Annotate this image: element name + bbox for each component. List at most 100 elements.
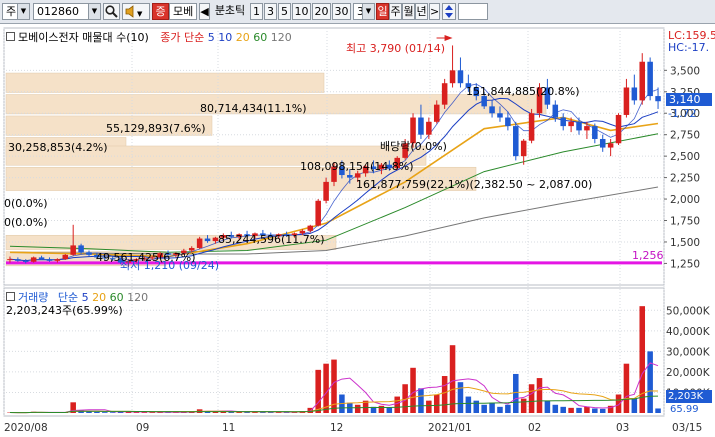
date-label: 2020/08 (4, 422, 48, 434)
candle-body (513, 126, 519, 157)
extra-input[interactable] (458, 3, 488, 20)
candle-body (196, 238, 203, 248)
period-3-button[interactable]: 3 (264, 3, 277, 20)
chevron-down-icon[interactable]: ▼ (17, 4, 29, 19)
legend-close: 종가 단순 (160, 31, 205, 44)
period-20-button[interactable]: 20 (312, 3, 331, 20)
candle-body (449, 70, 456, 84)
collapse-box-icon[interactable] (6, 32, 15, 41)
candle-body (70, 245, 76, 255)
stock-chart: 1,2501,5001,7502,0002,2502,5002,7503,000… (0, 24, 715, 437)
speaker-icon[interactable]: ▼ (122, 3, 150, 20)
volume-bar (94, 411, 100, 413)
legend-vol5: 5 (81, 291, 89, 304)
volume-bar (426, 400, 432, 413)
period-1-button[interactable]: 1 (250, 3, 263, 20)
legend-ma5: 5 (207, 31, 215, 44)
current-volume-tag: 2,203K (666, 390, 712, 403)
price-tick-label: 2,000 (670, 194, 700, 206)
current-change: -1.72 (668, 107, 697, 120)
candle-body (22, 260, 29, 262)
candle-body (457, 70, 464, 84)
candle-body (46, 259, 53, 261)
volume-tick-label: 40,000K (666, 326, 711, 338)
collapse-box-icon[interactable] (6, 292, 15, 301)
volume-bar (109, 412, 116, 413)
volume-bar (513, 373, 519, 413)
candle-body (568, 121, 574, 127)
volume-bar (615, 394, 622, 413)
candle-body (441, 83, 448, 105)
period-10-button[interactable]: 10 (292, 3, 311, 20)
dividend-annotation: 배당락(0.0%) (380, 140, 447, 153)
date-label: 03/15 (672, 422, 702, 434)
volume-bar (647, 351, 653, 413)
volume-tick-label: 30,000K (666, 346, 711, 358)
prev-arrow-button[interactable]: ◀ (199, 3, 210, 20)
volume-bar (481, 404, 487, 413)
volume-legend: 거래량 단순 5 20 60 120 (6, 291, 148, 304)
week-period-button[interactable]: 주 (389, 3, 402, 20)
zone-label: 55,129,893(7.6%) (106, 122, 206, 135)
volume-bar (560, 406, 566, 413)
hc-label: HC:-17. (668, 41, 710, 54)
next-arrow-button[interactable]: > (429, 3, 440, 20)
current-volume-pct: 65.99 (670, 404, 699, 415)
volume-bar (520, 398, 527, 413)
legend-vol60: 60 (109, 291, 124, 304)
period-5-button[interactable]: 5 (278, 3, 291, 20)
price-tick-label: 1,500 (670, 237, 700, 249)
chevron-down-icon[interactable]: ▼ (88, 4, 100, 19)
current-price-tag: 3,140 (666, 93, 712, 106)
volume-bar (149, 412, 155, 413)
zone-label: 30,258,853(4.2%) (8, 141, 108, 154)
volume-bar (568, 407, 574, 413)
chevron-down-icon[interactable]: ▼ (362, 4, 374, 19)
candle-body (78, 245, 84, 253)
volume-bar (102, 412, 108, 413)
legend-vol-type: 단순 (57, 291, 79, 304)
volume-bar (354, 404, 361, 413)
day-period-button[interactable]: 일 (376, 3, 389, 20)
date-label: 12 (330, 422, 343, 434)
stock-name-field: 모베 (169, 3, 197, 20)
month-period-button[interactable]: 월 (402, 3, 415, 20)
zone-label: 108,098,154(14.8%) (300, 160, 414, 173)
market-value: 주 (6, 5, 17, 18)
period-label: 분초틱 (214, 4, 246, 17)
candle-body (315, 200, 321, 226)
candle-body (615, 114, 622, 144)
date-label: 03 (616, 422, 629, 434)
date-label: 11 (222, 422, 235, 434)
period-value-select[interactable]: 3 ▼ (353, 3, 375, 20)
candle-body (7, 259, 13, 261)
candle-body (607, 143, 614, 148)
candle-body (323, 181, 329, 201)
volume-tick-label: 50,000K (666, 305, 711, 317)
candle-body (426, 121, 432, 135)
candle-body (489, 106, 495, 114)
volume-bar (386, 407, 393, 413)
candle-body (30, 257, 37, 262)
year-period-button[interactable]: 년 (415, 3, 428, 20)
date-label: 02 (528, 422, 541, 434)
candle-body (62, 254, 69, 260)
volume-bar (497, 406, 503, 413)
volume-bar (489, 402, 495, 413)
candle-body (520, 140, 527, 157)
period-30-button[interactable]: 30 (332, 3, 351, 20)
legend-ma60: 60 (253, 31, 268, 44)
volume-bar (544, 400, 551, 413)
low-line-value: 1,256 (632, 249, 664, 262)
price-tick-label: 2,500 (670, 151, 700, 163)
up-down-arrows-icon[interactable] (442, 3, 456, 20)
stock-code-input[interactable]: 012860 ▼ (33, 3, 101, 20)
candle-body (552, 104, 559, 118)
volume-bar (441, 376, 448, 413)
legend-ma120: 120 (270, 31, 292, 44)
badge-label: 증 (152, 3, 169, 20)
magnifier-icon[interactable] (103, 3, 120, 20)
market-select[interactable]: 주 ▼ (2, 3, 30, 20)
volume-bar (323, 363, 329, 413)
legend-ma10: 10 (218, 31, 233, 44)
